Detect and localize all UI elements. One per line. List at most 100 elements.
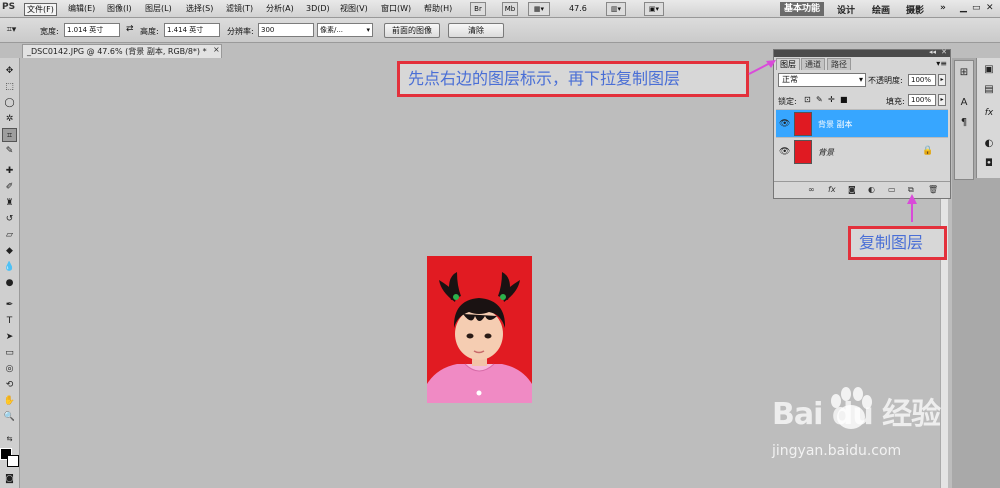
blur-tool-icon[interactable]: 💧	[2, 260, 17, 274]
panel-title-strip[interactable]: ◂◂ ✕	[774, 48, 950, 57]
paragraph-panel-icon[interactable]: ¶	[955, 117, 973, 128]
menu-filter[interactable]: 滤镜(T)	[224, 3, 255, 16]
document-tab[interactable]: _DSC0142.JPG @ 47.6% (背景 副本, RGB/8*) *	[22, 44, 222, 58]
swatches-panel-icon[interactable]: ▤	[980, 84, 998, 95]
visibility-eye-icon[interactable]: 👁	[779, 119, 790, 129]
3d-rotate-tool-icon[interactable]: ◎	[2, 362, 17, 376]
close-icon[interactable]: ✕	[986, 3, 994, 13]
lock-all-icon[interactable]: ■	[840, 95, 848, 104]
zoom-tool-icon[interactable]: 🔍	[2, 410, 17, 424]
restore-icon[interactable]: ▭	[972, 3, 981, 13]
blend-mode-select[interactable]: 正常 ▾	[778, 73, 866, 87]
arrange-documents-icon[interactable]: ▥▾	[606, 2, 626, 16]
fill-arrow-icon[interactable]: ▸	[938, 94, 946, 106]
link-layers-icon[interactable]: ∞	[808, 185, 815, 194]
view-extras-icon[interactable]: ▦▾	[528, 2, 550, 16]
close-panel-icon[interactable]: ✕	[941, 48, 947, 56]
new-group-icon[interactable]: ▭	[888, 185, 896, 194]
resolution-unit-select[interactable]: 像素/... ▾	[317, 23, 373, 37]
character-panel-icon[interactable]: A	[955, 97, 973, 108]
quick-mask-icon[interactable]: ◙	[2, 472, 17, 486]
workspace-design[interactable]: 设计	[837, 3, 855, 16]
tab-paths[interactable]: 路径	[827, 58, 851, 70]
brush-tool-icon[interactable]: ✐	[2, 180, 17, 194]
menu-3d[interactable]: 3D(D)	[304, 3, 332, 16]
height-field[interactable]: 1.414 英寸	[164, 23, 220, 37]
width-field[interactable]: 1.014 英寸	[64, 23, 120, 37]
lock-image-icon[interactable]: ✎	[816, 95, 823, 104]
workspace-essentials[interactable]: 基本功能	[780, 2, 825, 16]
menu-view[interactable]: 视图(V)	[338, 3, 370, 16]
eraser-tool-icon[interactable]: ▱	[2, 228, 17, 242]
layer-name: 背景 副本	[818, 120, 853, 129]
hand-tool-icon[interactable]: ✋	[2, 394, 17, 408]
marquee-tool-icon[interactable]: ⬚	[2, 80, 17, 94]
opacity-arrow-icon[interactable]: ▸	[938, 74, 946, 86]
menu-select[interactable]: 选择(S)	[184, 3, 215, 16]
eyedropper-tool-icon[interactable]: ✎	[2, 144, 17, 158]
mini-bridge-icon[interactable]: Mb	[502, 2, 518, 16]
workspace-more[interactable]: »	[940, 3, 946, 13]
history-panel-icon[interactable]: ⊞	[955, 67, 973, 78]
workspace-painting[interactable]: 绘画	[872, 3, 890, 16]
opacity-field[interactable]: 100%	[908, 74, 936, 86]
clone-stamp-tool-icon[interactable]: ♜	[2, 196, 17, 210]
document-tab-close-icon[interactable]: ×	[213, 45, 220, 54]
new-layer-icon[interactable]: ⧉	[908, 185, 914, 195]
zoom-level[interactable]: 47.6	[567, 3, 589, 16]
clear-button[interactable]: 清除	[448, 23, 504, 38]
collapse-panel-icon[interactable]: ◂◂	[929, 48, 936, 56]
lock-icon: 🔒	[922, 146, 934, 156]
delete-layer-icon[interactable]: 🗑	[928, 185, 938, 194]
paint-bucket-tool-icon[interactable]: ◆	[2, 244, 17, 258]
dodge-tool-icon[interactable]: ●	[2, 276, 17, 290]
3d-orbit-tool-icon[interactable]: ⟲	[2, 378, 17, 392]
healing-brush-tool-icon[interactable]: ✚	[2, 164, 17, 178]
tab-layers[interactable]: 图层	[776, 58, 800, 70]
lasso-tool-icon[interactable]: ◯	[2, 96, 17, 110]
type-tool-icon[interactable]: T	[2, 314, 17, 328]
screen-mode-icon[interactable]: ▣▾	[644, 2, 664, 16]
menu-analysis[interactable]: 分析(A)	[264, 3, 296, 16]
menu-file[interactable]: 文件(F)	[24, 3, 57, 16]
history-brush-tool-icon[interactable]: ↺	[2, 212, 17, 226]
menu-window[interactable]: 窗口(W)	[379, 3, 413, 16]
add-mask-icon[interactable]: ◙	[848, 185, 856, 194]
menu-layer[interactable]: 图层(L)	[143, 3, 174, 16]
front-image-button[interactable]: 前面的图像	[384, 23, 440, 38]
layers-panel: ◂◂ ✕ 图层 通道 路径 ▾≡ 正常 ▾ 不透明度: 100% ▸ 锁定: ⊡ …	[773, 48, 951, 199]
swap-colors-icon[interactable]: ⇆	[2, 432, 17, 446]
layer-style-icon[interactable]: fx	[828, 185, 836, 194]
crop-tool-icon[interactable]: ⌗	[2, 128, 17, 142]
fill-field[interactable]: 100%	[908, 94, 936, 106]
menu-bar: PS 文件(F) 编辑(E) 图像(I) 图层(L) 选择(S) 滤镜(T) 分…	[0, 0, 1000, 18]
background-color-swatch[interactable]	[7, 455, 19, 467]
pen-tool-icon[interactable]: ✒	[2, 298, 17, 312]
workspace-photography[interactable]: 摄影	[906, 3, 924, 16]
resolution-unit-label: 像素/...	[320, 26, 344, 34]
color-panel-icon[interactable]: ▣	[980, 64, 998, 75]
adjustments-panel-icon[interactable]: ◐	[980, 138, 998, 149]
resolution-field[interactable]: 300	[258, 23, 314, 37]
layer-row-background-copy[interactable]: 👁 背景 副本	[776, 109, 948, 137]
shape-tool-icon[interactable]: ▭	[2, 346, 17, 360]
layer-row-background[interactable]: 👁 背景 🔒	[776, 137, 948, 165]
lock-position-icon[interactable]: ✛	[828, 95, 835, 104]
menu-image[interactable]: 图像(I)	[105, 3, 134, 16]
path-selection-tool-icon[interactable]: ➤	[2, 330, 17, 344]
adjustment-layer-icon[interactable]: ◐	[868, 185, 875, 194]
swap-icon[interactable]: ⇄	[126, 24, 134, 34]
minimize-icon[interactable]: ▁	[960, 3, 967, 13]
styles-panel-icon[interactable]: fx	[980, 108, 998, 118]
panel-menu-icon[interactable]: ▾≡	[936, 59, 947, 68]
tab-channels[interactable]: 通道	[801, 58, 825, 70]
move-tool-icon[interactable]: ✥	[2, 64, 17, 78]
lock-transparent-icon[interactable]: ⊡	[804, 95, 811, 104]
bridge-icon[interactable]: Br	[470, 2, 486, 16]
quick-selection-tool-icon[interactable]: ✲	[2, 112, 17, 126]
visibility-eye-icon[interactable]: 👁	[779, 147, 790, 157]
menu-edit[interactable]: 编辑(E)	[66, 3, 97, 16]
menu-help[interactable]: 帮助(H)	[422, 3, 454, 16]
crop-tool-preset-icon[interactable]: ⌗▾	[4, 23, 19, 37]
masks-panel-icon[interactable]: ◘	[980, 158, 998, 169]
